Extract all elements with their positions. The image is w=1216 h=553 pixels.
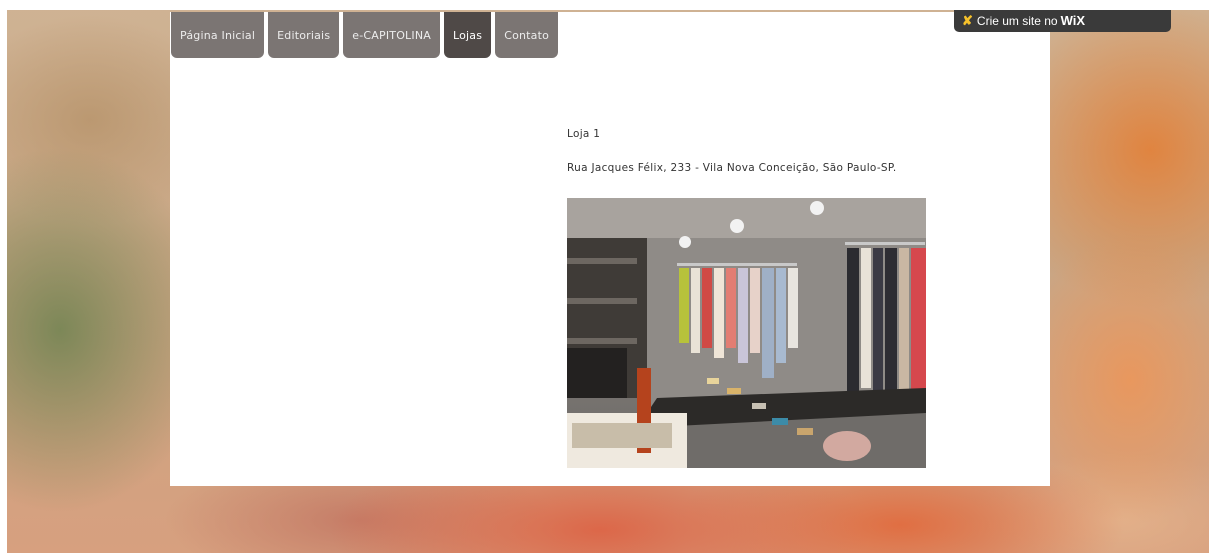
store-title: Loja 1 (567, 128, 601, 140)
wix-banner-text: Crie um site no (976, 14, 1058, 28)
store-photo-illustration (567, 198, 926, 468)
nav-tab-editoriais[interactable]: Editoriais (268, 12, 340, 58)
store-interior-photo (567, 198, 926, 468)
wix-x-icon: ✘ (962, 13, 973, 28)
right-edge (1209, 0, 1216, 553)
left-edge (0, 0, 7, 553)
store-address: Rua Jacques Félix, 233 - Vila Nova Conce… (567, 162, 897, 174)
nav-tab-e-capitolina[interactable]: e-CAPITOLINA (343, 12, 440, 58)
main-nav: Página Inicial Editoriais e-CAPITOLINA L… (171, 12, 559, 58)
wix-promo-banner[interactable]: ✘ Crie um site no WiX (954, 10, 1171, 32)
top-strip (0, 0, 1216, 10)
nav-tab-contato[interactable]: Contato (495, 12, 559, 58)
nav-tab-pagina-inicial[interactable]: Página Inicial (171, 12, 265, 58)
wix-brand: WiX (1060, 13, 1086, 28)
nav-tab-lojas[interactable]: Lojas (443, 12, 492, 58)
